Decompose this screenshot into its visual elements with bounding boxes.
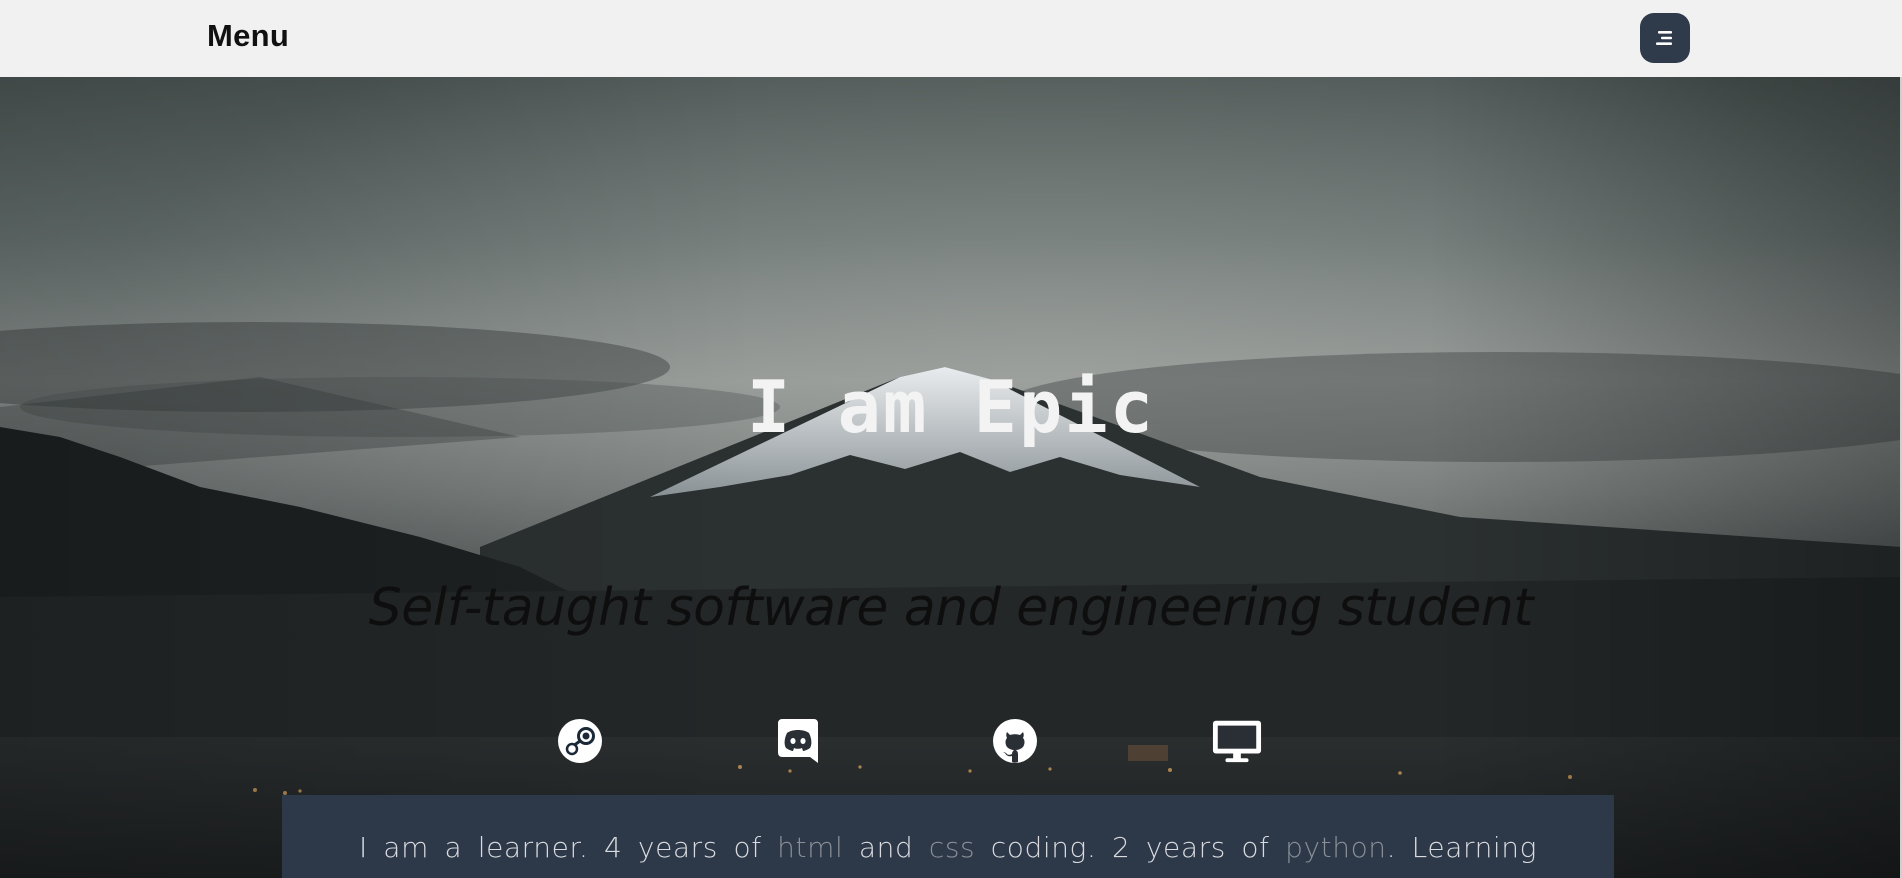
github-icon <box>993 719 1037 763</box>
discord-icon <box>778 719 818 763</box>
menu-title: Menu <box>207 18 290 53</box>
navbar: Menu <box>0 0 1902 77</box>
about-text-part: coding. 2 years of <box>975 831 1286 864</box>
mountain-background-image <box>0 77 1902 878</box>
hero-section <box>0 77 1902 878</box>
about-text-part: and <box>843 831 929 864</box>
steam-icon <box>558 719 602 763</box>
hero-subtitle: Self-taught software and engineering stu… <box>368 578 1534 638</box>
skill-html: html <box>777 831 844 864</box>
about-text: I am a learner. 4 years of html and css … <box>282 831 1614 864</box>
hero-title: I am Epic <box>746 365 1156 449</box>
about-text-part: . Learning <box>1386 831 1538 864</box>
skill-python: python <box>1285 831 1387 864</box>
discord-link[interactable] <box>773 716 823 766</box>
github-link[interactable] <box>990 716 1040 766</box>
menu-toggle-button[interactable] <box>1640 13 1690 63</box>
hamburger-menu-icon <box>1656 31 1672 45</box>
portfolio-link[interactable] <box>1212 716 1262 766</box>
about-panel: I am a learner. 4 years of html and css … <box>282 795 1614 878</box>
steam-link[interactable] <box>555 716 605 766</box>
monitor-icon <box>1212 720 1262 763</box>
about-text-part: I am a learner. 4 years of <box>358 831 778 864</box>
skill-css: css <box>928 831 976 864</box>
